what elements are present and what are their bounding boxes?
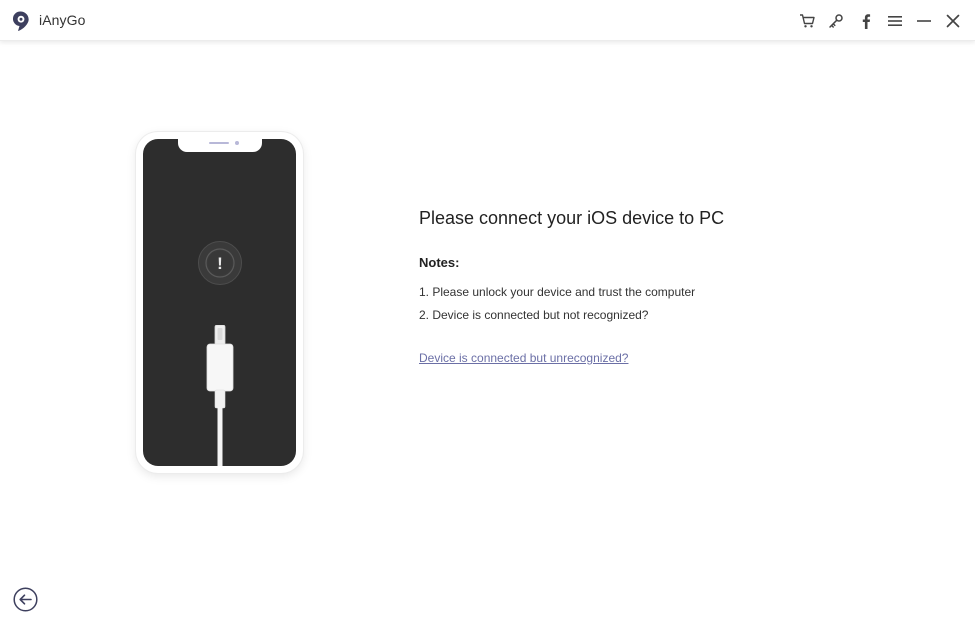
title-bar: iAnyGo (0, 0, 975, 41)
cart-icon[interactable] (797, 11, 817, 31)
back-arrow-icon[interactable] (13, 587, 38, 612)
phone-notch (178, 139, 262, 152)
facebook-icon[interactable] (856, 11, 876, 31)
menu-icon[interactable] (885, 11, 905, 31)
phone-illustration: ! (136, 132, 303, 473)
alert-icon: ! (197, 240, 243, 286)
note-item: 2. Device is connected but not recognize… (419, 308, 649, 322)
close-icon[interactable] (943, 11, 963, 31)
minimize-icon[interactable] (914, 11, 934, 31)
app-logo-icon (11, 10, 31, 32)
notes-label: Notes: (419, 255, 460, 270)
lightning-cable-icon (205, 324, 235, 466)
app-title: iAnyGo (39, 12, 86, 28)
alert-glyph: ! (217, 254, 223, 273)
app-window: iAnyGo ! Please connect your iOS device … (0, 0, 975, 624)
device-unrecognized-link[interactable]: Device is connected but unrecognized? (419, 351, 628, 365)
key-icon[interactable] (826, 11, 846, 31)
note-item: 1. Please unlock your device and trust t… (419, 285, 696, 299)
phone-screen: ! (143, 139, 296, 466)
page-heading: Please connect your iOS device to PC (419, 208, 725, 228)
